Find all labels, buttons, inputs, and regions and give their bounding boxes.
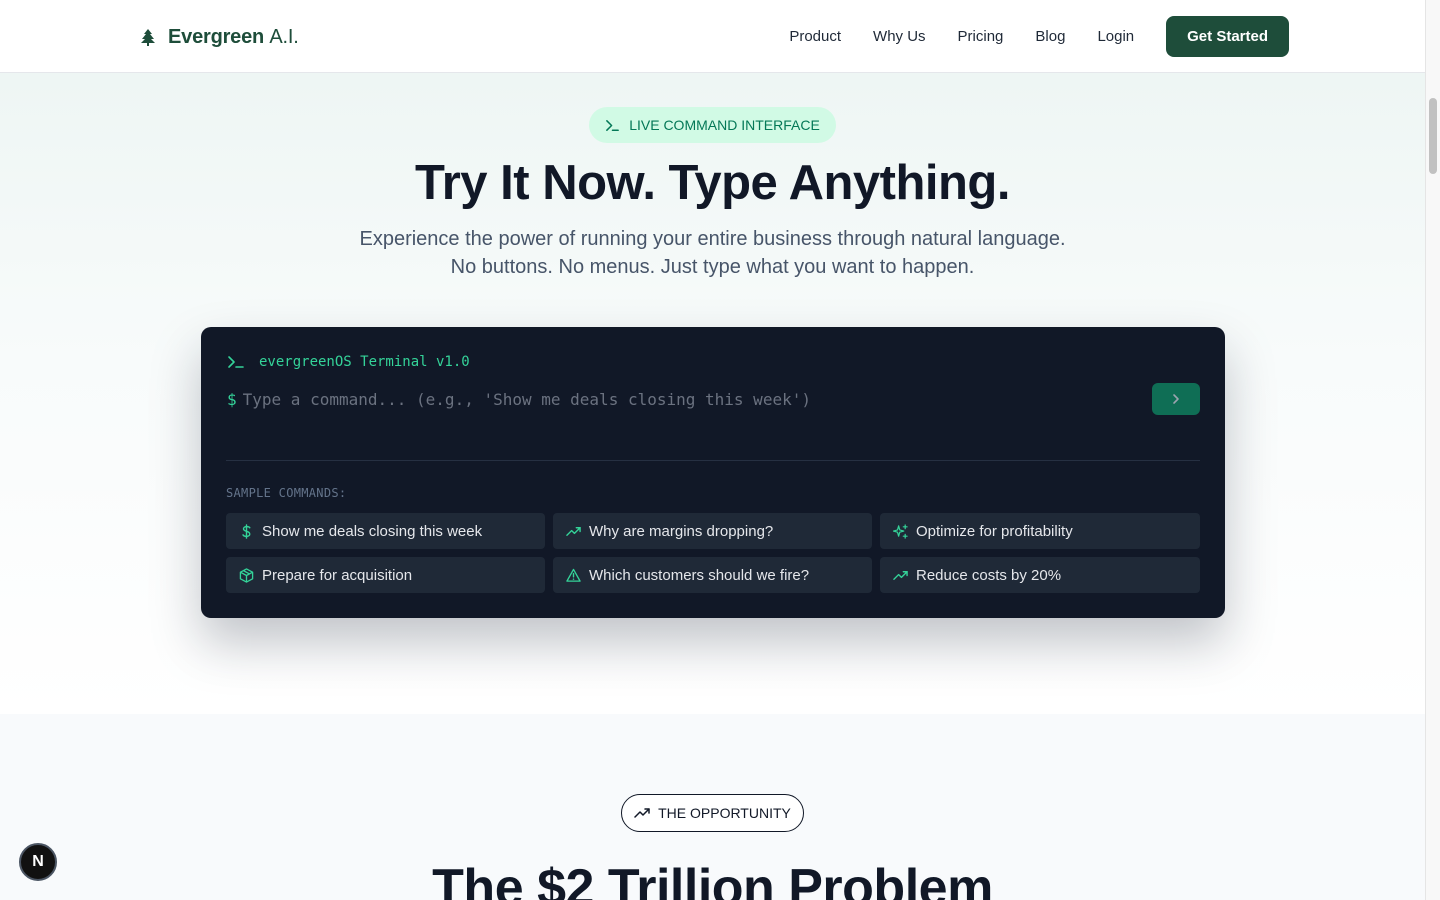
sample-command-label: Show me deals closing this week <box>262 522 483 540</box>
page: Evergreen A.I. Product Why Us Pricing Bl… <box>0 0 1425 900</box>
dollar-icon <box>242 523 251 539</box>
live-command-badge: LIVE COMMAND INTERFACE <box>589 107 836 143</box>
tree-icon <box>141 29 155 46</box>
opportunity-badge: THE OPPORTUNITY <box>621 794 804 832</box>
sample-command-costs[interactable]: Reduce costs by 20% <box>880 557 1200 593</box>
nav-link-pricing[interactable]: Pricing <box>958 28 1004 45</box>
sample-command-label: Optimize for profitability <box>916 522 1073 540</box>
opportunity-title: The $2 Trillion Problem <box>432 859 993 900</box>
nav-link-login[interactable]: Login <box>1097 28 1134 45</box>
page-scrollbar[interactable] <box>1425 0 1440 900</box>
sample-command-deals[interactable]: Show me deals closing this week <box>226 513 545 549</box>
sample-command-margins[interactable]: Why are margins dropping? <box>553 513 872 549</box>
prompt-symbol: $ <box>227 389 237 409</box>
nav-link-why-us[interactable]: Why Us <box>873 28 926 45</box>
sample-command-label: Why are margins dropping? <box>589 522 774 540</box>
opportunity-badge-label: THE OPPORTUNITY <box>658 805 791 821</box>
package-icon <box>239 567 254 583</box>
sample-commands: Show me deals closing this week Why are … <box>226 513 1200 593</box>
brand-name: Evergreen A.I. <box>168 25 299 48</box>
terminal-divider <box>226 460 1200 461</box>
terminal-icon <box>606 119 620 131</box>
terminal-title: evergreenOS Terminal v1.0 <box>259 354 470 370</box>
sample-command-label: Prepare for acquisition <box>262 566 413 584</box>
top-nav: Evergreen A.I. Product Why Us Pricing Bl… <box>0 0 1425 73</box>
opportunity-section: THE OPPORTUNITY The $2 Trillion Problem <box>0 714 1425 900</box>
get-started-button[interactable]: Get Started <box>1166 16 1289 57</box>
trending-up-icon <box>566 526 581 536</box>
nav-link-product[interactable]: Product <box>789 28 841 45</box>
nav-links: Product Why Us Pricing Blog Login Get St… <box>789 16 1289 57</box>
sparkles-icon <box>893 523 908 539</box>
sample-command-label: Reduce costs by 20% <box>916 566 1062 584</box>
sample-command-acquisition[interactable]: Prepare for acquisition <box>226 557 545 593</box>
hero-title: Try It Now. Type Anything. <box>415 156 1010 210</box>
terminal-icon <box>228 356 244 368</box>
hero-subtitle-line2: No buttons. No menus. Just type what you… <box>450 256 975 278</box>
submit-command-button[interactable] <box>1152 383 1200 415</box>
hero-subtitle: Experience the power of running your ent… <box>0 225 1425 281</box>
sample-command-profitability[interactable]: Optimize for profitability <box>880 513 1200 549</box>
floating-n-button[interactable]: N <box>19 843 57 881</box>
scrollbar-thumb[interactable] <box>1429 98 1437 174</box>
chevron-right-icon <box>1173 394 1179 404</box>
badge-label: LIVE COMMAND INTERFACE <box>629 117 820 133</box>
trending-up-icon <box>893 570 908 580</box>
command-input[interactable] <box>242 389 1152 409</box>
trending-up-icon <box>634 808 650 818</box>
terminal-header: evergreenOS Terminal v1.0 <box>227 353 470 371</box>
brand-logo[interactable]: Evergreen A.I. <box>140 24 299 50</box>
command-row: $ <box>227 383 1200 415</box>
sample-command-label: Which customers should we fire? <box>589 566 810 584</box>
sample-commands-label: SAMPLE COMMANDS: <box>226 486 347 500</box>
hero-section: LIVE COMMAND INTERFACE Try It Now. Type … <box>0 73 1425 714</box>
command-terminal: evergreenOS Terminal v1.0 $ SAMPLE COMMA… <box>201 327 1225 618</box>
nav-link-blog[interactable]: Blog <box>1035 28 1065 45</box>
alert-triangle-icon <box>566 568 581 582</box>
sample-command-customers[interactable]: Which customers should we fire? <box>553 557 872 593</box>
hero-subtitle-line1: Experience the power of running your ent… <box>359 228 1066 250</box>
